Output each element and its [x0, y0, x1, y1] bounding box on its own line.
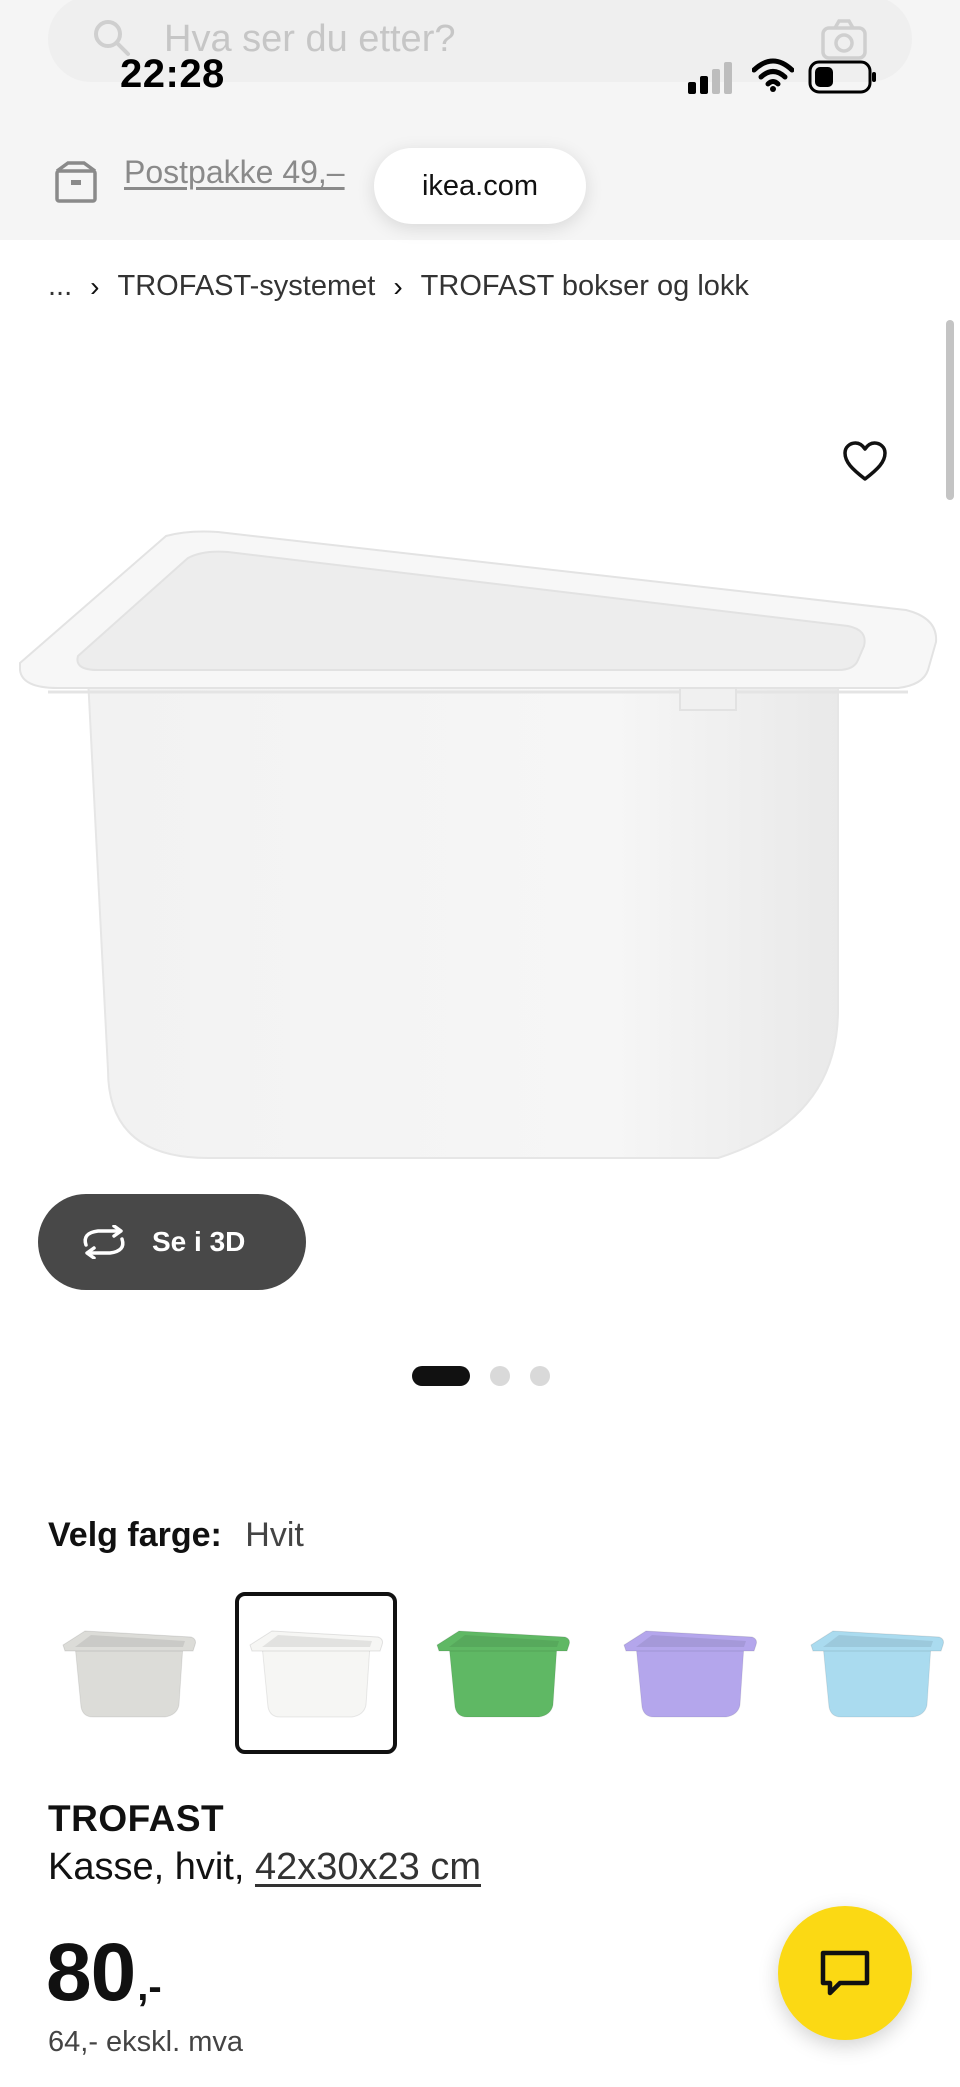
swatch-box-thumbnail: [249, 1630, 383, 1718]
product-dimensions-link[interactable]: 42x30x23 cm: [255, 1846, 481, 1888]
price-suffix: ,-: [137, 1965, 162, 2009]
product-image-storage-box[interactable]: [18, 530, 940, 1170]
chevron-right-icon: ›: [393, 270, 403, 302]
breadcrumb-trofast-boxes[interactable]: TROFAST bokser og lokk: [421, 270, 749, 303]
price-excl-vat: 64,- ekskl. mva: [48, 2026, 243, 2058]
chat-button[interactable]: [778, 1906, 912, 2040]
color-swatch-white[interactable]: [235, 1592, 397, 1754]
cellular-signal-icon: [688, 62, 732, 94]
parcel-icon: [55, 161, 97, 203]
color-swatch-grey[interactable]: [48, 1592, 210, 1754]
favorite-heart-icon[interactable]: [842, 440, 888, 482]
battery-icon: [808, 60, 876, 94]
carousel-pagination: [412, 1366, 550, 1386]
delivery-banner: Postpakke 49,– ikea.com: [0, 124, 960, 240]
selected-color-value: Hvit: [245, 1516, 304, 1554]
product-description: Kasse, hvit, 42x30x23 cm: [48, 1846, 481, 1889]
browser-url-pill[interactable]: ikea.com: [374, 148, 586, 224]
color-label: Velg farge:: [48, 1516, 222, 1554]
color-swatch-light-blue[interactable]: [796, 1592, 958, 1754]
breadcrumb: ... › TROFAST-systemet › TROFAST bokser …: [48, 270, 749, 303]
delivery-link[interactable]: Postpakke 49,–: [124, 154, 345, 191]
price-integer: 80: [46, 1927, 136, 2018]
color-swatches: [48, 1592, 960, 1754]
carousel-dot-3[interactable]: [530, 1366, 550, 1386]
see-in-3d-button[interactable]: Se i 3D: [38, 1194, 306, 1290]
carousel-dot-1[interactable]: [412, 1366, 470, 1386]
color-swatch-lilac[interactable]: [609, 1592, 771, 1754]
see-in-3d-label: Se i 3D: [152, 1226, 246, 1257]
rotate-3d-icon: [83, 1225, 125, 1259]
camera-icon[interactable]: [820, 18, 868, 60]
chevron-right-icon: ›: [90, 270, 100, 302]
color-selector-heading: Velg farge: Hvit: [48, 1516, 304, 1555]
wifi-icon: [752, 58, 794, 92]
status-time: 22:28: [120, 52, 225, 96]
product-desc-prefix: Kasse, hvit,: [48, 1846, 255, 1888]
product-price: 80 ,-: [46, 1926, 162, 2020]
product-name: TROFAST: [48, 1798, 225, 1839]
swatch-box-thumbnail: [810, 1630, 944, 1718]
swatch-box-thumbnail: [623, 1630, 757, 1718]
carousel-dot-2[interactable]: [490, 1366, 510, 1386]
scrollbar-thumb[interactable]: [946, 320, 954, 500]
color-swatch-green[interactable]: [422, 1592, 584, 1754]
swatch-box-thumbnail: [62, 1630, 196, 1718]
swatch-box-thumbnail: [436, 1630, 570, 1718]
breadcrumb-trofast-system[interactable]: TROFAST-systemet: [118, 270, 376, 303]
chat-bubble-icon: [820, 1950, 870, 1996]
breadcrumb-ellipsis[interactable]: ...: [48, 270, 72, 303]
